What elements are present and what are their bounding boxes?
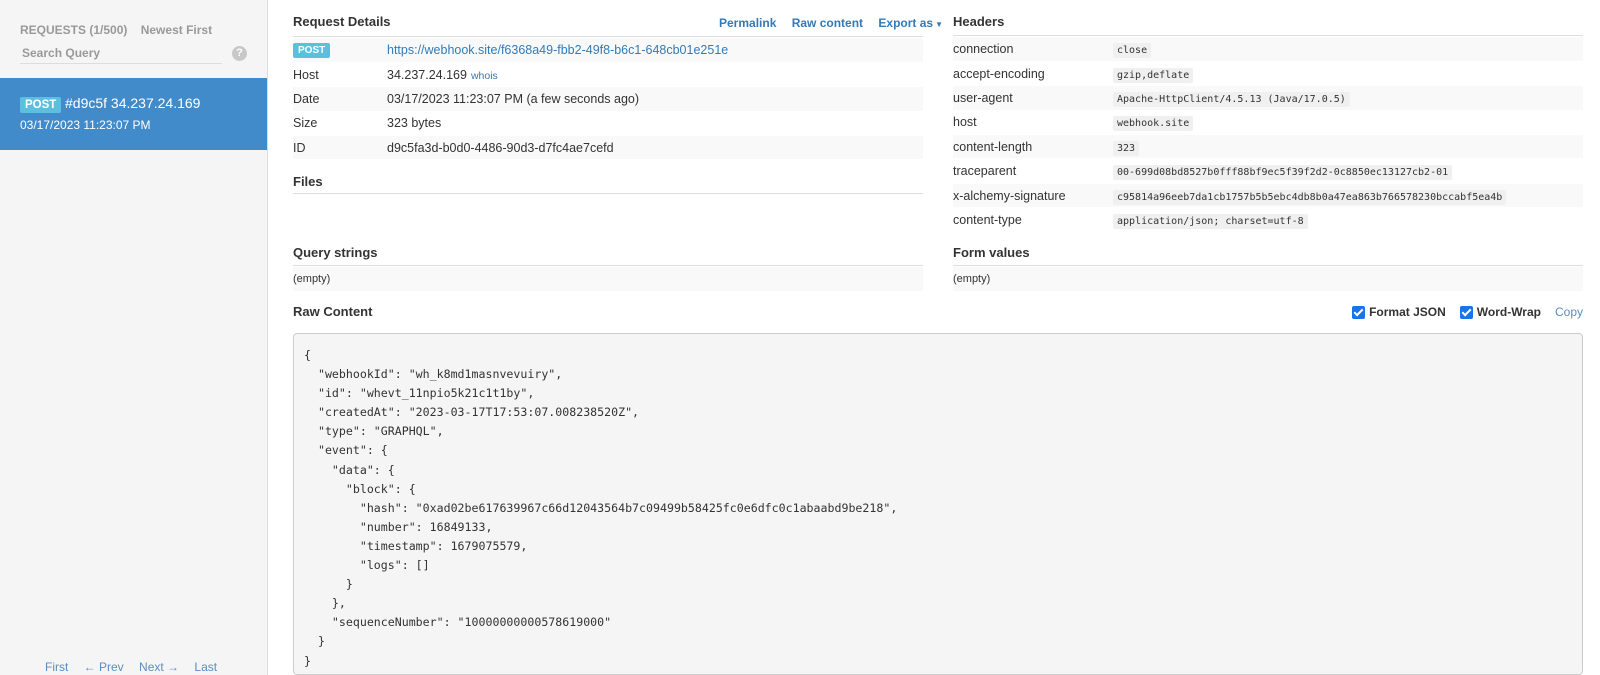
table-row: host webhook.site <box>953 110 1583 136</box>
search-wrapper <box>20 42 222 64</box>
header-value: webhook.site <box>1113 116 1194 132</box>
form-values-divider <box>953 265 1583 266</box>
table-row: content-type application/json; charset=ut… <box>953 207 1583 233</box>
header-value-cell: application/json; charset=utf-8 <box>1113 207 1583 233</box>
method-cell: POST <box>293 38 387 63</box>
pager-first[interactable]: First <box>45 660 68 674</box>
method-badge: POST <box>20 97 62 113</box>
sidebar: REQUESTS (1/500) Newest First ? POST #d9… <box>0 0 268 675</box>
header-value-cell: close <box>1113 37 1583 62</box>
table-row: accept-encoding gzip,deflate <box>953 61 1583 87</box>
pager-prev[interactable]: ← Prev <box>84 660 124 674</box>
table-row: user-agent Apache-HttpClient/4.5.13 (Java… <box>953 85 1583 111</box>
header-key: host <box>953 110 1113 136</box>
row-key: Host <box>293 62 387 88</box>
export-as-dropdown[interactable]: Export as ▼ <box>878 16 943 30</box>
headers-table: connection close accept-encoding gzip,defl… <box>953 37 1583 233</box>
files-divider <box>293 193 923 194</box>
date-value: 03/17/2023 11:23:07 PM (a few seconds ag… <box>387 86 923 112</box>
row-key: Date <box>293 86 387 112</box>
requests-header: REQUESTS (1/500) Newest First <box>20 23 212 37</box>
request-title: #d9c5f 34.237.24.169 <box>65 95 201 111</box>
header-value-cell: Apache-HttpClient/4.5.13 (Java/17.0.5) <box>1113 85 1583 111</box>
table-row: POST https://webhook.site/f6368a49-fbb2-… <box>293 38 923 63</box>
permalink-link[interactable]: Permalink <box>719 16 776 30</box>
request-url-link[interactable]: https://webhook.site/f6368a49-fbb2-49f8-… <box>387 43 728 57</box>
table-row: ID d9c5fa3d-b0d0-4486-90d3-d7fc4ae7cefd <box>293 135 923 161</box>
files-title: Files <box>293 174 323 189</box>
host-value: 34.237.24.169 <box>387 67 467 82</box>
header-key: content-type <box>953 207 1113 233</box>
word-wrap-label: Word-Wrap <box>1476 305 1541 319</box>
header-value: 323 <box>1113 140 1140 156</box>
query-strings-empty: (empty) <box>293 267 923 291</box>
header-value-cell: c95814a96eeb7da1cb1757b5b5ebc4db8b0a47ea… <box>1113 183 1583 209</box>
headers-title: Headers <box>953 14 1005 29</box>
header-value: c95814a96eeb7da1cb1757b5b5ebc4db8b0a47ea… <box>1113 189 1507 205</box>
header-key: x-alchemy-signature <box>953 183 1113 209</box>
form-values-empty: (empty) <box>953 267 1583 291</box>
table-row: traceparent 00-699d08bd8527b0fff88bf9ec5f… <box>953 158 1583 184</box>
header-value: Apache-HttpClient/4.5.13 (Java/17.0.5) <box>1113 91 1350 107</box>
sort-order-toggle[interactable]: Newest First <box>141 23 212 37</box>
row-key: Size <box>293 111 387 137</box>
requests-count: REQUESTS (1/500) <box>20 23 128 37</box>
chevron-down-icon: ▼ <box>935 20 944 29</box>
headers-divider <box>953 35 1583 36</box>
header-value: application/json; charset=utf-8 <box>1113 213 1308 229</box>
export-as-label: Export as <box>878 16 934 30</box>
header-value-cell: 00-699d08bd8527b0fff88bf9ec5f39f2d2-0c88… <box>1113 158 1583 184</box>
request-time: 03/17/2023 11:23:07 PM <box>20 118 151 132</box>
raw-content-body: { "webhookId": "wh_k8md1masnvevuiry", "i… <box>304 348 898 668</box>
header-key: traceparent <box>953 158 1113 184</box>
form-values-title: Form values <box>953 245 1030 260</box>
url-cell: https://webhook.site/f6368a49-fbb2-49f8-… <box>387 38 923 63</box>
table-row: x-alchemy-signature c95814a96eeb7da1cb175… <box>953 183 1583 209</box>
header-value-cell: webhook.site <box>1113 110 1583 136</box>
table-row: connection close <box>953 37 1583 62</box>
pagination: First ← Prev Next → Last <box>45 660 229 674</box>
table-row: Size 323 bytes <box>293 111 923 137</box>
table-row: content-length 323 <box>953 134 1583 160</box>
help-icon[interactable]: ? <box>232 46 247 61</box>
pager-last[interactable]: Last <box>194 660 217 674</box>
raw-content-title: Raw Content <box>293 304 373 319</box>
word-wrap-checkbox[interactable] <box>1459 305 1473 319</box>
format-json-label: Format JSON <box>1369 305 1446 319</box>
raw-content-options: Format JSON Word-Wrap Copy <box>1352 305 1583 319</box>
id-value: d9c5fa3d-b0d0-4486-90d3-d7fc4ae7cefd <box>387 135 923 161</box>
method-badge: POST <box>293 42 331 58</box>
table-row: Date 03/17/2023 11:23:07 PM (a few secon… <box>293 86 923 112</box>
pager-next[interactable]: Next → <box>139 660 179 674</box>
row-key: ID <box>293 135 387 161</box>
raw-content-box[interactable]: { "webhookId": "wh_k8md1masnvevuiry", "i… <box>293 333 1583 675</box>
header-value-cell: 323 <box>1113 134 1583 160</box>
details-actions: Permalink Raw content Export as ▼ <box>707 16 943 30</box>
request-details-table: POST https://webhook.site/f6368a49-fbb2-… <box>293 38 923 161</box>
host-cell: 34.237.24.169 whois <box>387 62 923 88</box>
header-value: gzip,deflate <box>1113 67 1194 83</box>
header-key: content-length <box>953 134 1113 160</box>
header-value-cell: gzip,deflate <box>1113 61 1583 87</box>
raw-content-link[interactable]: Raw content <box>792 16 863 30</box>
header-key: accept-encoding <box>953 61 1113 87</box>
request-details-title: Request Details <box>293 14 391 29</box>
query-strings-title: Query strings <box>293 245 378 260</box>
table-row: Host 34.237.24.169 whois <box>293 62 923 88</box>
query-strings-divider <box>293 265 923 266</box>
header-value: 00-699d08bd8527b0fff88bf9ec5f39f2d2-0c88… <box>1113 165 1453 181</box>
copy-button[interactable]: Copy <box>1555 305 1583 319</box>
header-key: user-agent <box>953 85 1113 111</box>
search-input[interactable] <box>20 42 222 63</box>
format-json-checkbox[interactable] <box>1352 305 1366 319</box>
header-key: connection <box>953 37 1113 62</box>
header-value: close <box>1113 42 1152 58</box>
request-list-item[interactable]: POST #d9c5f 34.237.24.169 03/17/2023 11:… <box>0 78 267 150</box>
whois-link[interactable]: whois <box>471 70 498 82</box>
details-divider <box>293 36 923 37</box>
size-value: 323 bytes <box>387 111 923 137</box>
